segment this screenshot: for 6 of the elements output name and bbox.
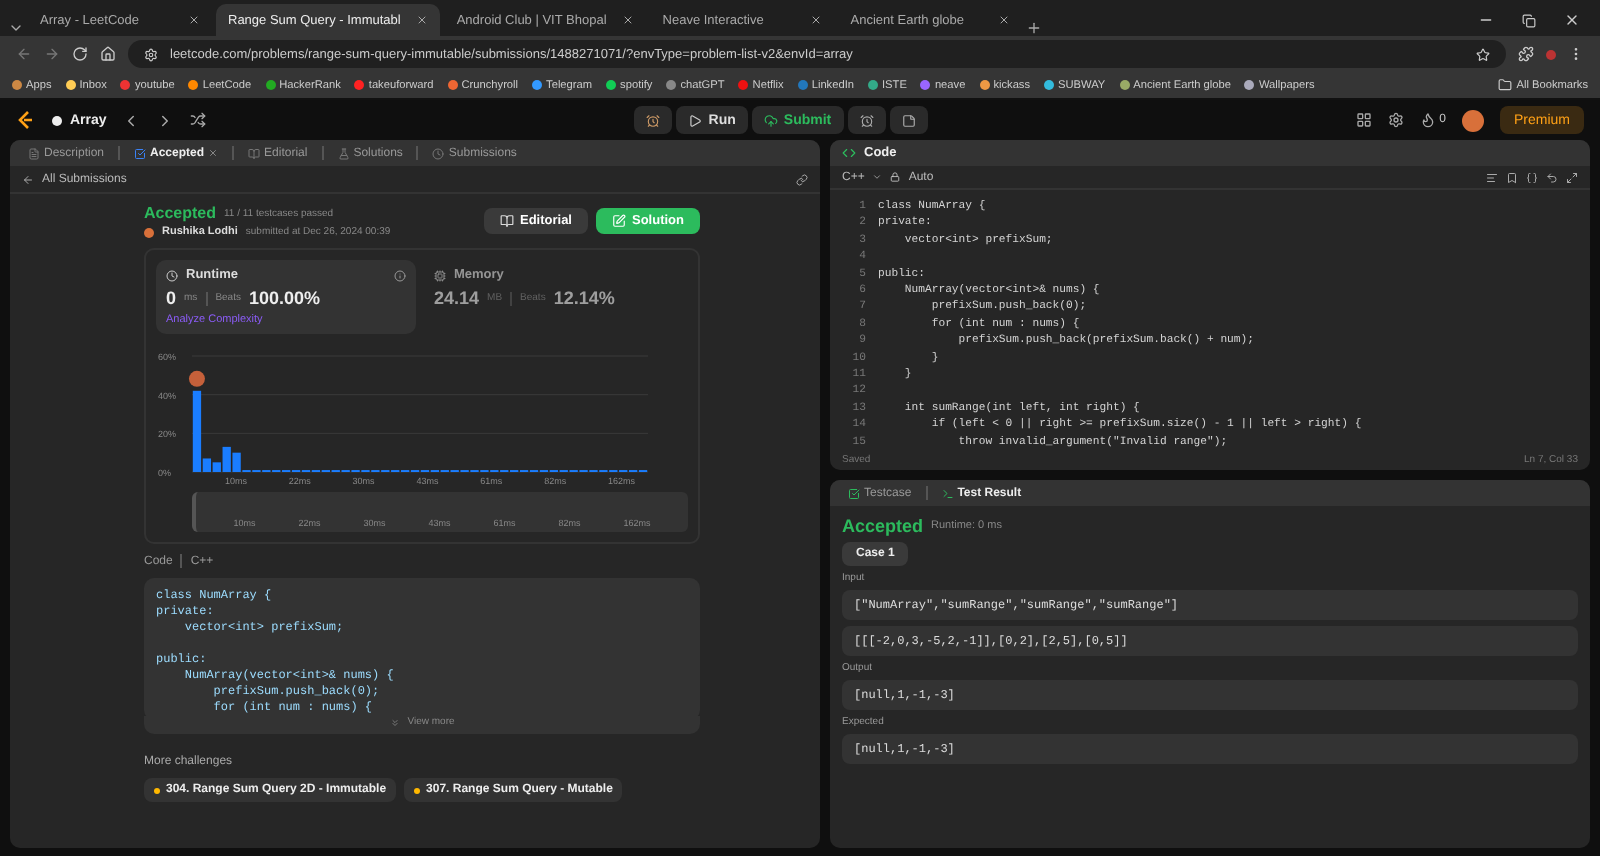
stat-value: 24.14	[434, 288, 480, 308]
result-status: Accepted	[842, 516, 924, 536]
beats-value: 100.00%	[248, 288, 321, 308]
stat-value: 0	[166, 288, 177, 308]
beats-value: 12.14%	[553, 288, 615, 308]
status-text: Accepted	[144, 204, 217, 222]
